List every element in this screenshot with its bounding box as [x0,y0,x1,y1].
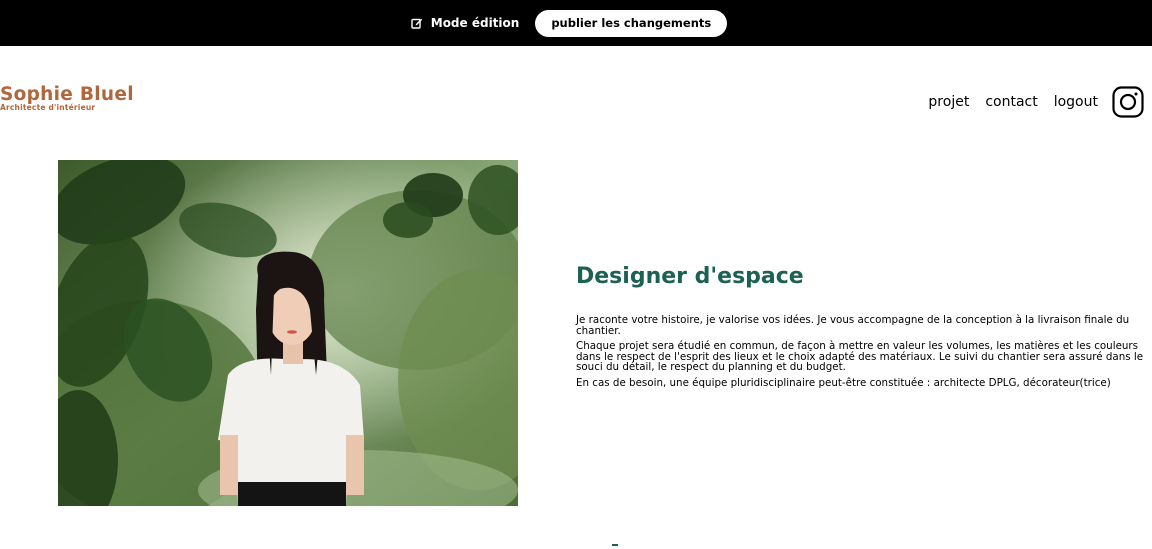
next-section-heading-fragment [612,544,618,546]
publish-changes-button[interactable]: publier les changements [535,9,728,37]
logo-subtitle: Architecte d'intérieur [0,103,96,112]
nav-link-projet[interactable]: projet [928,94,969,110]
edit-icon [411,18,422,29]
introduction-section: Designer d'espace Je raconte votre histo… [576,264,1152,393]
intro-paragraph: Je raconte votre histoire, je valorise v… [576,314,1130,337]
main-nav: projet contact logout [928,86,1144,118]
edit-mode-indicator[interactable]: Mode édition [411,16,520,30]
architect-photo [58,160,518,506]
intro-paragraph: Chaque projet sera étudié en commun, de … [576,340,1144,373]
portrait-image [58,160,518,506]
intro-paragraph: En cas de besoin, une équipe pluridiscip… [576,376,1111,389]
edit-mode-bar: Mode édition publier les changements [0,0,1152,46]
logo-title: Sophie Bluel [0,84,134,105]
logo[interactable]: Sophie Bluel Architecte d'intérieur [0,84,134,112]
intro-title: Designer d'espace [576,264,804,289]
nav-link-contact[interactable]: contact [985,94,1037,110]
instagram-icon[interactable] [1112,86,1144,118]
edit-mode-label: Mode édition [430,16,520,30]
nav-link-logout[interactable]: logout [1054,94,1098,110]
